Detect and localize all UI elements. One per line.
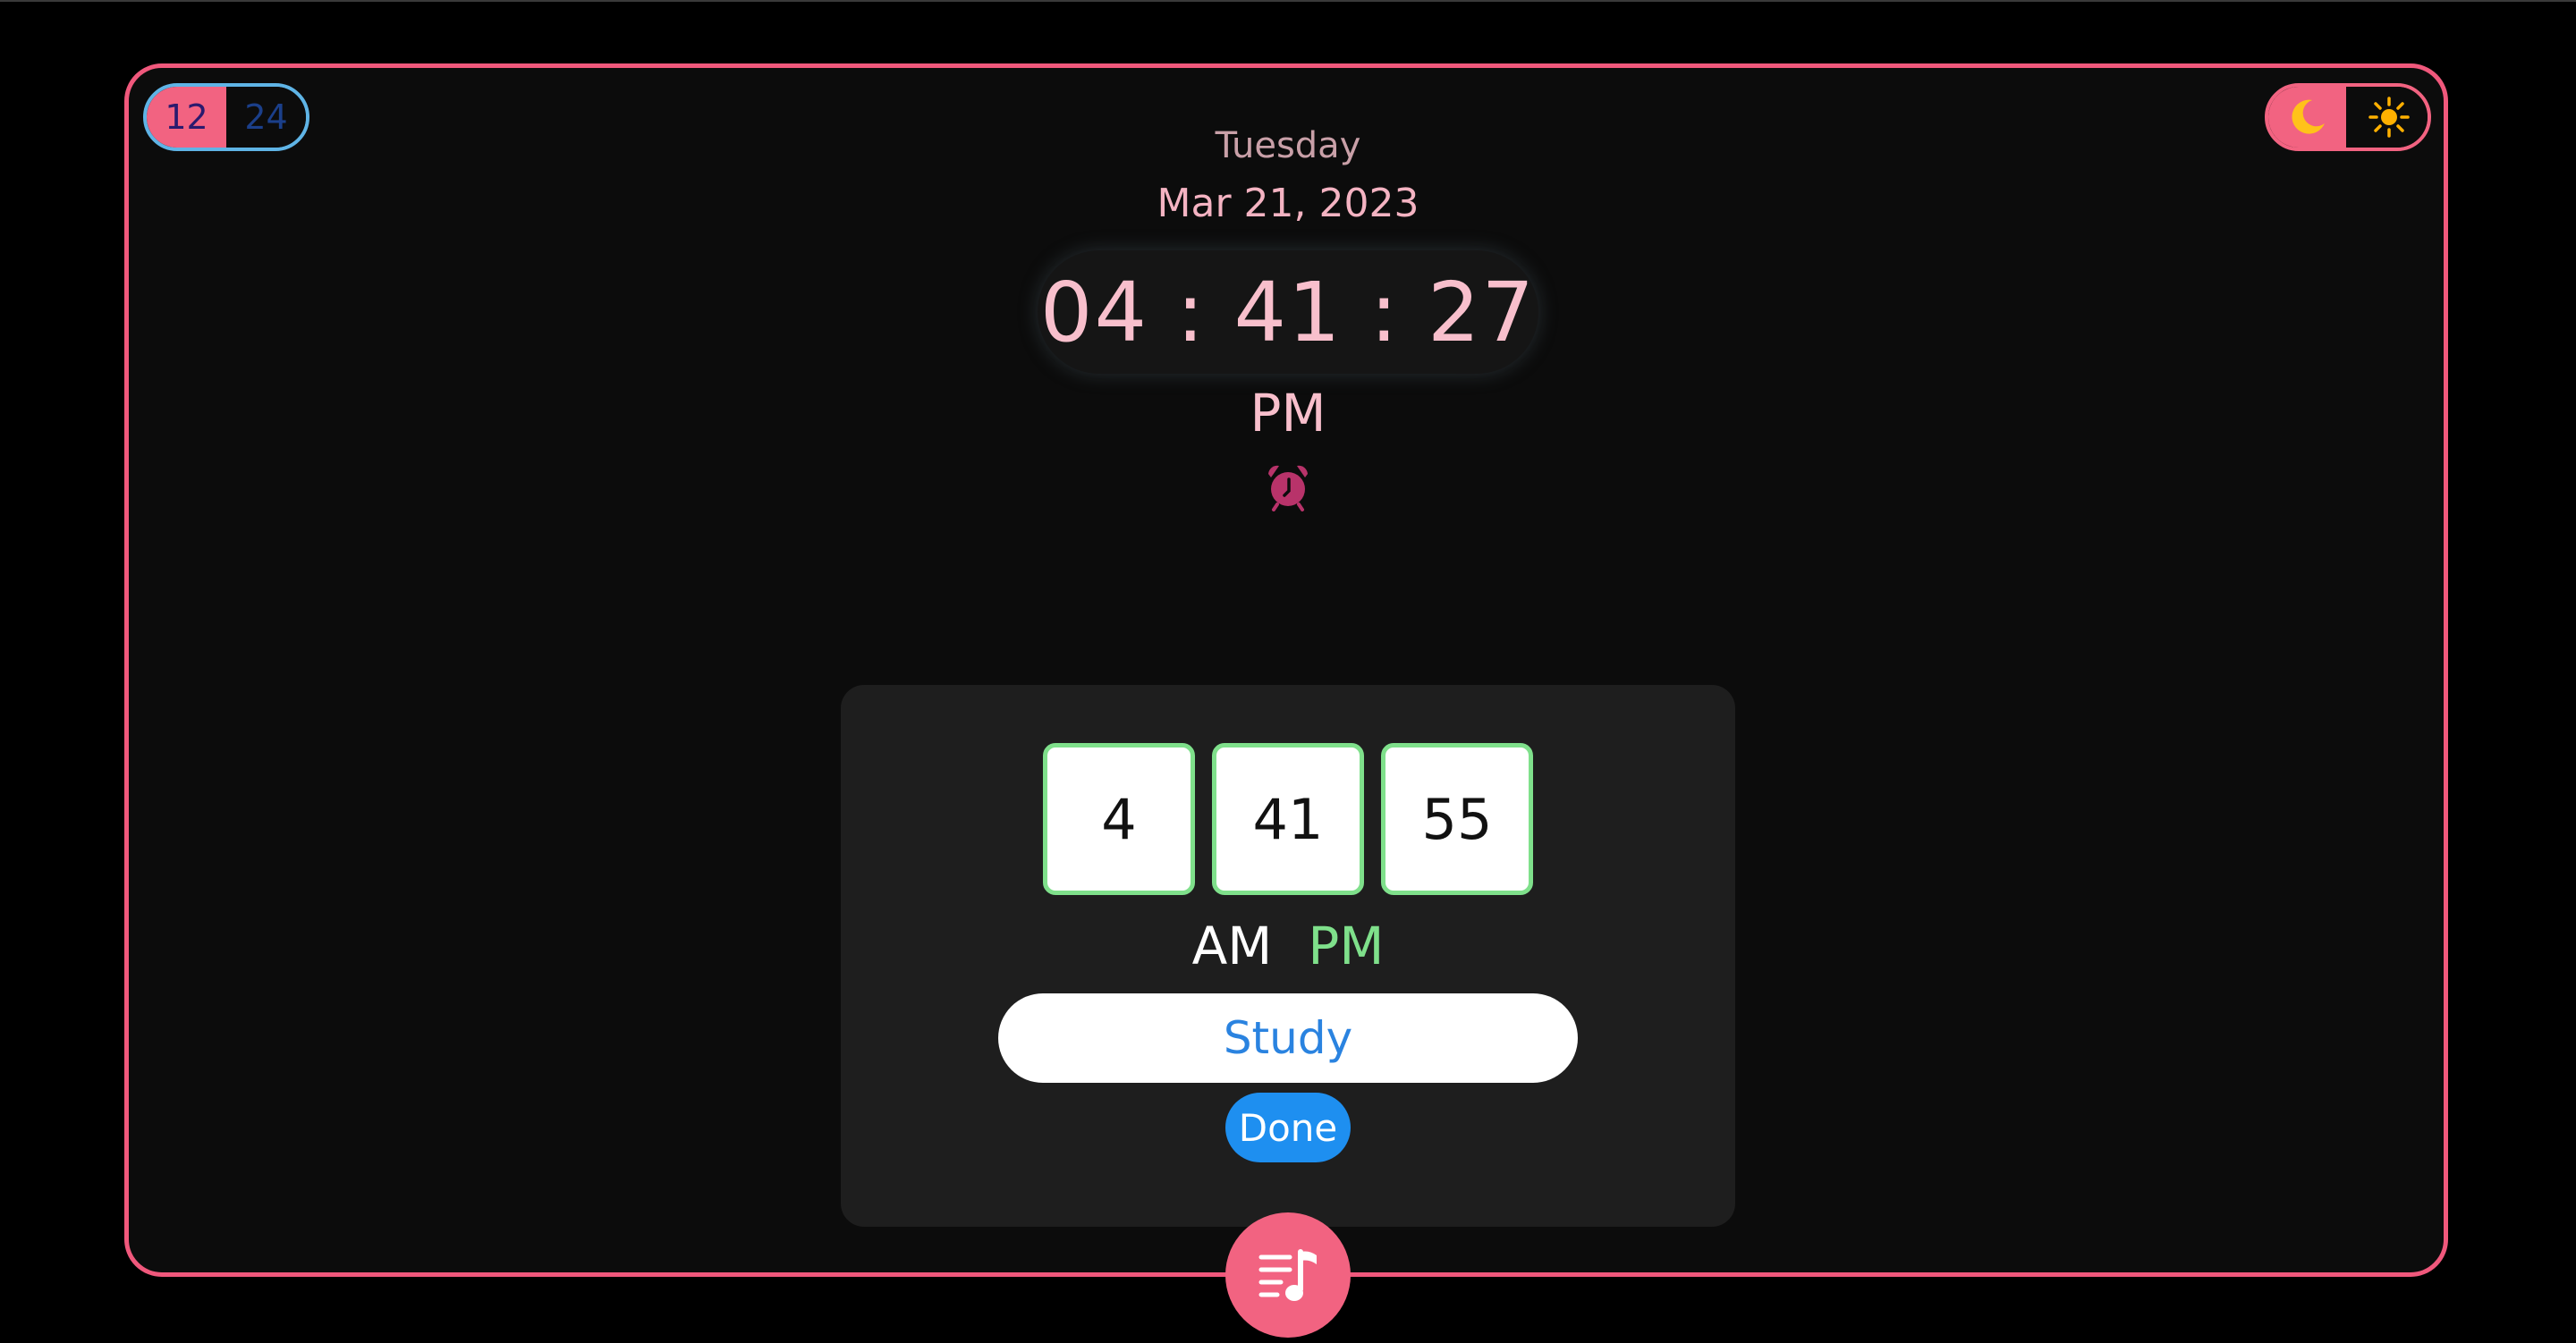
hour-field[interactable]: 4: [1043, 743, 1195, 895]
clock-time: 04 : 41 : 27: [1039, 264, 1537, 360]
clock-display: 04 : 41 : 27: [1038, 250, 1538, 374]
top-edge-line: [0, 0, 2576, 2]
am-option[interactable]: AM: [1192, 916, 1273, 976]
meridiem-selector: AM PM: [0, 916, 2576, 976]
minute-field[interactable]: 41: [1212, 743, 1364, 895]
pm-option[interactable]: PM: [1308, 916, 1384, 976]
second-field[interactable]: 55: [1381, 743, 1533, 895]
music-playlist-button[interactable]: [1225, 1212, 1351, 1338]
date-text: Mar 21, 2023: [1157, 181, 1419, 226]
clock-meridiem: PM: [1250, 383, 1326, 443]
done-button[interactable]: Done: [1225, 1093, 1351, 1162]
day-name: Tuesday: [1215, 125, 1361, 166]
alarm-label-input[interactable]: [998, 993, 1578, 1083]
playlist-music-icon: [1258, 1249, 1317, 1301]
alarm-clock-icon[interactable]: [1263, 461, 1313, 511]
